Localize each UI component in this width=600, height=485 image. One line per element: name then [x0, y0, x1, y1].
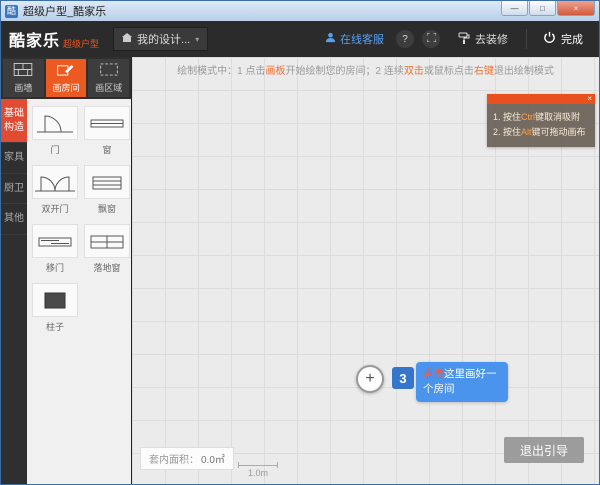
user-icon: [325, 32, 336, 46]
floor-window-icon: [84, 224, 130, 258]
library-item-pillar[interactable]: 柱子: [32, 283, 78, 333]
tab-furniture[interactable]: 家具: [1, 143, 27, 174]
window-controls: — □ ×: [501, 1, 595, 16]
online-service-button[interactable]: 在线客服: [325, 31, 384, 47]
go-decorate-label: 去装修: [475, 31, 508, 47]
room-icon: [56, 63, 76, 78]
scale-line: [238, 462, 278, 468]
door-icon: [32, 106, 78, 140]
draw-mode-instructions: 绘制模式中：1 点击画板开始绘制您的房间；2 连续双击或鼠标点击右键退出绘制模式: [132, 62, 599, 77]
tool-label: 画墙: [14, 81, 32, 94]
category-tabs: 基础构造 家具 厨卫 其他: [1, 99, 27, 484]
library-item-double-door[interactable]: 双开门: [32, 165, 78, 215]
tab-basic-structure[interactable]: 基础构造: [1, 99, 27, 143]
tool-draw-wall[interactable]: 画墙: [3, 59, 44, 97]
draw-tools: 画墙 画房间 画区域: [1, 57, 131, 99]
close-icon[interactable]: ×: [587, 94, 592, 104]
library-item-door[interactable]: 门: [32, 106, 78, 156]
header-divider: [526, 29, 527, 49]
library-item-label: 落地窗: [84, 261, 130, 274]
component-library: 门 窗 双开门: [27, 99, 131, 484]
library-item-label: 飘窗: [84, 202, 130, 215]
guide-tooltip: 点击这里画好一个房间: [416, 362, 508, 402]
wall-icon: [13, 63, 33, 78]
app-header: 酷家乐 超级户型 我的设计... ▾ 在线客服 ?: [1, 21, 599, 57]
close-button[interactable]: ×: [557, 1, 595, 16]
scale-ruler: 1.0m: [238, 462, 278, 478]
guide-step-badge: 3: [392, 367, 414, 389]
app-window: 酷 超级户型_酷家乐 — □ × 酷家乐 超级户型 我的设计... ▾ 在线客服…: [0, 0, 600, 485]
tool-label: 画区域: [95, 81, 122, 94]
app-logo-badge: 超级户型: [63, 37, 99, 50]
library-item-label: 移门: [32, 261, 78, 274]
library-item-label: 柱子: [32, 320, 78, 333]
tip-line: 1. 按住Ctrl键取消吸附: [493, 110, 589, 125]
left-panel: 画墙 画房间 画区域 基础构造 家具: [1, 57, 131, 484]
finish-label: 完成: [561, 31, 583, 47]
app-logo: 酷家乐: [9, 27, 60, 51]
power-icon: [543, 31, 556, 47]
app-icon: 酷: [5, 5, 18, 18]
region-icon: [99, 63, 119, 78]
tip-box-header: ×: [487, 94, 595, 104]
tip-line: 2. 按住Alt键可拖动画布: [493, 125, 589, 140]
tool-draw-region[interactable]: 画区域: [88, 59, 129, 97]
fullscreen-button[interactable]: [422, 30, 440, 48]
area-value: 0.0㎡: [201, 451, 225, 466]
window-title: 超级户型_酷家乐: [23, 3, 106, 19]
minimize-button[interactable]: —: [501, 1, 528, 16]
maximize-button[interactable]: □: [529, 1, 556, 16]
exit-guide-button[interactable]: 退出引导: [504, 437, 584, 463]
window-icon: [84, 106, 130, 140]
my-design-label: 我的设计...: [137, 31, 190, 47]
tip-box-body: 1. 按住Ctrl键取消吸附 2. 按住Alt键可拖动画布: [487, 104, 595, 147]
help-button[interactable]: ?: [396, 30, 414, 48]
library-item-window[interactable]: 窗: [84, 106, 130, 156]
tool-label: 画房间: [53, 81, 80, 94]
pillar-icon: [32, 283, 78, 317]
online-service-label: 在线客服: [340, 31, 384, 47]
fullscreen-icon: [427, 33, 436, 45]
scale-label: 1.0m: [248, 468, 268, 478]
double-door-icon: [32, 165, 78, 199]
tab-other[interactable]: 其他: [1, 204, 27, 235]
library-item-label: 窗: [84, 143, 130, 156]
home-icon: [122, 33, 132, 45]
library-item-floor-window[interactable]: 落地窗: [84, 224, 130, 274]
titlebar: 酷 超级户型_酷家乐 — □ ×: [1, 1, 599, 21]
library-item-label: 门: [32, 143, 78, 156]
library-item-bay-window[interactable]: 飘窗: [84, 165, 130, 215]
main-body: 画墙 画房间 画区域 基础构造 家具: [1, 57, 599, 484]
chevron-down-icon: ▾: [195, 35, 199, 44]
plus-icon: +: [365, 370, 374, 388]
help-icon: ?: [402, 34, 408, 45]
shortcut-tip-box: × 1. 按住Ctrl键取消吸附 2. 按住Alt键可拖动画布: [487, 94, 595, 147]
library-item-label: 双开门: [32, 202, 78, 215]
finish-button[interactable]: 完成: [535, 31, 591, 47]
area-label: 套内面积：: [149, 451, 199, 466]
bay-window-icon: [84, 165, 130, 199]
my-design-dropdown[interactable]: 我的设计... ▾: [113, 27, 208, 51]
paint-roller-icon: [458, 32, 470, 47]
drawing-canvas[interactable]: 绘制模式中：1 点击画板开始绘制您的房间；2 连续双击或鼠标点击右键退出绘制模式…: [131, 57, 599, 484]
left-lower: 基础构造 家具 厨卫 其他 门: [1, 99, 131, 484]
tool-draw-room[interactable]: 画房间: [46, 59, 87, 97]
sliding-door-icon: [32, 224, 78, 258]
inner-area-display: 套内面积： 0.0㎡: [140, 447, 234, 470]
draw-start-point[interactable]: +: [356, 365, 384, 393]
tab-kitchen-bath[interactable]: 厨卫: [1, 174, 27, 205]
library-item-sliding-door[interactable]: 移门: [32, 224, 78, 274]
go-decorate-button[interactable]: 去装修: [458, 31, 508, 47]
